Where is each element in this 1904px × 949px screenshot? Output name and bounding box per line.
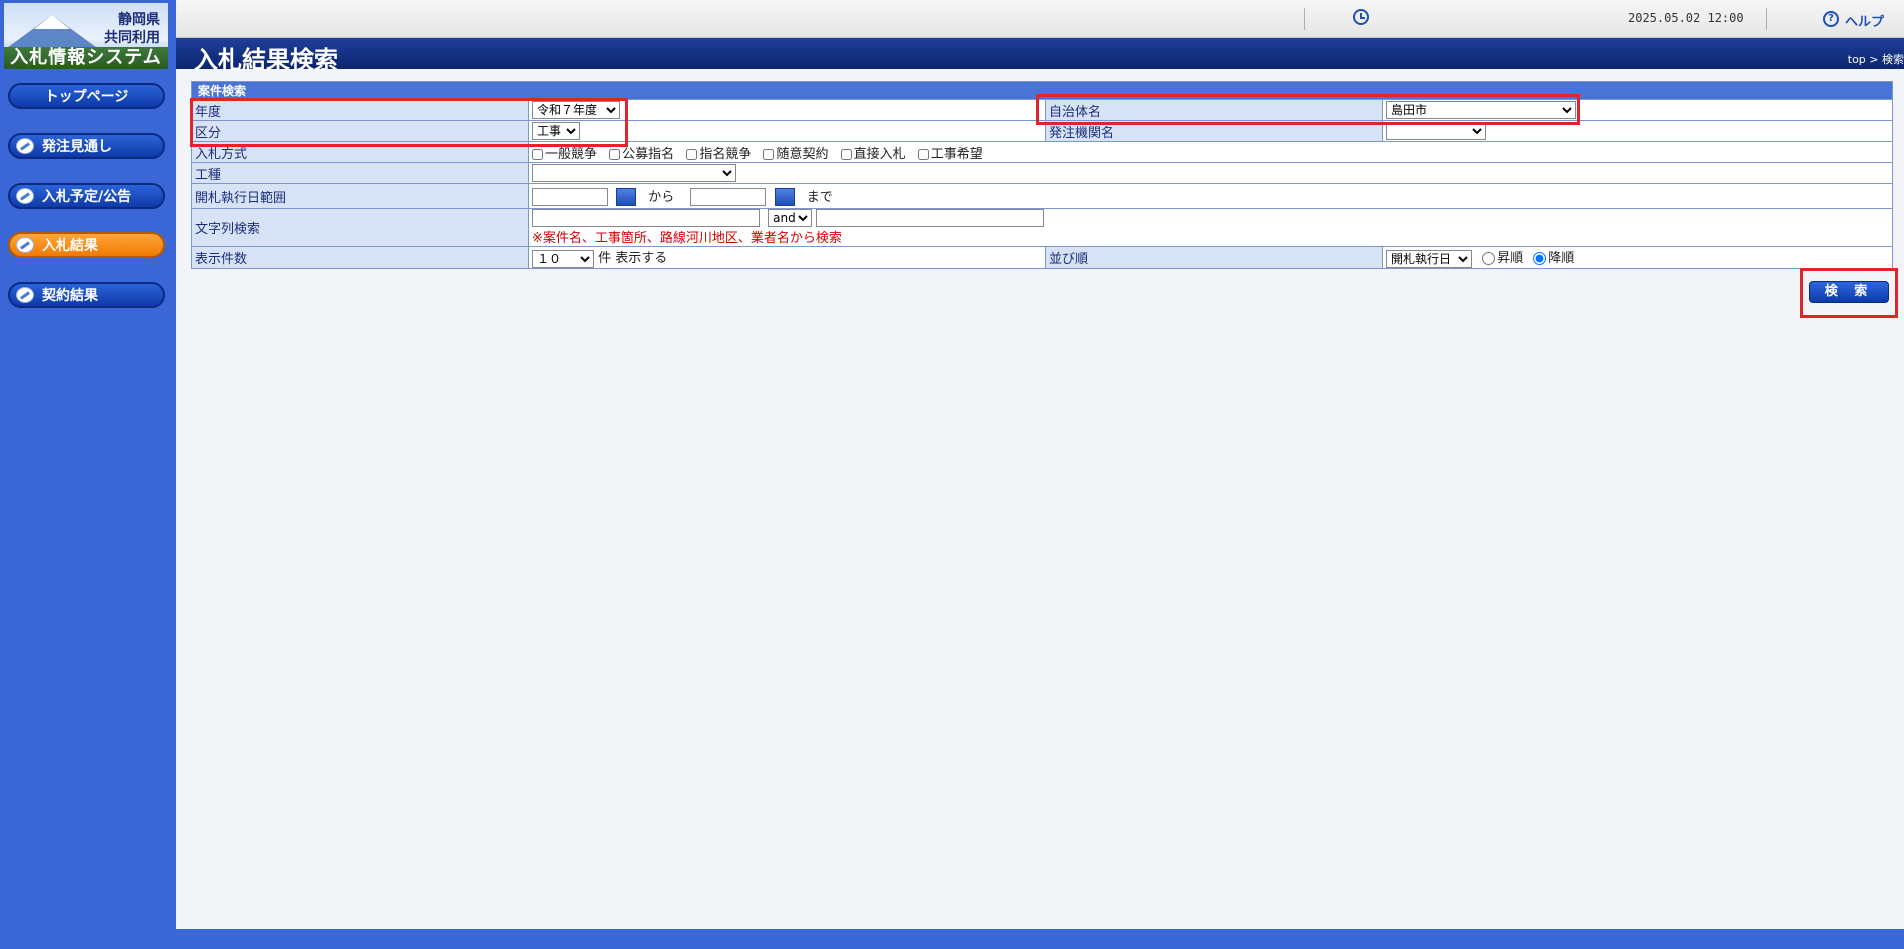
ordering-agency-label: 発注機関名: [1045, 120, 1383, 142]
bid-method-work-request-checkbox[interactable]: 工事希望: [917, 143, 983, 162]
text-search-cell: and ※案件名、工事箇所、路線河川地区、業者名から検索: [528, 208, 1893, 247]
site-logo[interactable]: 静岡県 共同利用 入札情報システム: [4, 3, 168, 69]
text-search-label: 文字列検索: [191, 208, 529, 247]
breadcrumb[interactable]: top > 検索: [1848, 51, 1904, 67]
checkbox[interactable]: [532, 148, 543, 160]
division-select[interactable]: 工事: [532, 122, 580, 140]
clock-icon: [1353, 9, 1369, 25]
sidebar-item-label: 入札予定/公告: [42, 189, 132, 205]
sort-ascending-radio[interactable]: 昇順: [1476, 251, 1523, 266]
sort-descending-radio[interactable]: 降順: [1527, 251, 1574, 266]
checkbox[interactable]: [840, 148, 852, 160]
municipality-select[interactable]: 島田市: [1386, 101, 1576, 119]
snow-cap-graphic: [34, 15, 70, 29]
search-button[interactable]: 検 索: [1809, 281, 1889, 303]
pencil-icon: [16, 287, 34, 303]
bid-method-direct-checkbox[interactable]: 直接入札: [840, 143, 906, 162]
ordering-agency-select[interactable]: [1386, 122, 1486, 140]
checkbox[interactable]: [609, 148, 621, 160]
text-search-input-2[interactable]: [816, 209, 1045, 227]
display-count-select[interactable]: １０: [532, 249, 594, 268]
sort-order-label: 並び順: [1045, 246, 1383, 269]
logo-prefecture: 静岡県: [118, 12, 160, 28]
sidebar-item-order-outlook[interactable]: 発注見通し: [8, 133, 165, 159]
display-count-cell: １０ 件 表示する: [528, 246, 1046, 269]
radio[interactable]: [1533, 252, 1547, 265]
municipality-cell: 島田市: [1382, 99, 1893, 121]
pencil-icon: [16, 138, 34, 154]
checkbox[interactable]: [686, 148, 698, 160]
display-count-label: 表示件数: [191, 246, 529, 269]
year-label: 年度: [191, 99, 529, 121]
checkbox-label: 一般競争: [545, 146, 598, 162]
pencil-icon: [16, 237, 34, 253]
display-count-suffix: 件 表示する: [598, 251, 668, 266]
bid-method-designated-checkbox[interactable]: 指名競争: [686, 143, 751, 162]
municipality-label: 自治体名: [1045, 99, 1383, 121]
help-link[interactable]: ヘルプ: [1845, 11, 1884, 30]
checkbox-label: 指名競争: [699, 146, 752, 162]
work-type-label: 工種: [191, 162, 529, 184]
divider: [1304, 8, 1305, 30]
range-to-label: まで: [806, 189, 833, 205]
divider: [1766, 8, 1767, 30]
sidebar-item-label: 入札結果: [42, 238, 98, 254]
calendar-icon[interactable]: [774, 188, 795, 207]
sidebar-item-bid-schedule[interactable]: 入札予定/公告: [8, 183, 165, 209]
checkbox-label: 直接入札: [853, 146, 906, 162]
opening-range-cell: から まで: [528, 183, 1893, 209]
radio-label: 降順: [1548, 251, 1575, 266]
radio-label: 昇順: [1497, 251, 1524, 266]
radio[interactable]: [1482, 252, 1496, 265]
checkbox[interactable]: [917, 148, 929, 160]
ordering-agency-cell: [1382, 120, 1893, 142]
bid-method-options: 一般競争 公募指名 指名競争 随意契約 直接入札 工事希望: [528, 141, 1893, 163]
opening-date-from-input[interactable]: [532, 188, 608, 207]
footer-bar: [176, 929, 1904, 949]
sidebar-item-contract-results[interactable]: 契約結果: [8, 282, 165, 308]
sort-order-cell: 開札執行日 昇順 降順: [1382, 246, 1893, 269]
sidebar-item-bid-results[interactable]: 入札結果: [8, 232, 165, 258]
checkbox-label: 工事希望: [930, 146, 983, 162]
division-label: 区分: [191, 120, 529, 142]
work-type-select[interactable]: [532, 164, 736, 182]
title-bar: 入札結果検索 top > 検索: [176, 38, 1904, 74]
calendar-icon[interactable]: [616, 188, 637, 207]
sidebar-item-label: 契約結果: [42, 288, 98, 304]
text-search-input-1[interactable]: [532, 209, 760, 227]
logo-system-name: 入札情報システム: [4, 47, 168, 69]
sidebar-item-label: トップページ: [44, 89, 129, 105]
pencil-icon: [16, 188, 34, 204]
help-icon[interactable]: ?: [1823, 11, 1839, 27]
sort-field-select[interactable]: 開札執行日: [1386, 249, 1472, 268]
sidebar-item-label: 発注見通し: [42, 139, 112, 155]
search-form: 案件検索 年度 令和７年度 自治体名 島田市 区分 工事 発注機関名 入札方式 …: [191, 81, 1893, 269]
checkbox[interactable]: [763, 148, 775, 160]
division-cell: 工事: [528, 120, 1046, 142]
work-type-cell: [528, 162, 1893, 184]
sidebar-item-top-page[interactable]: トップページ: [8, 83, 165, 109]
current-datetime: 2025.05.02 12:00: [1628, 11, 1744, 25]
checkbox-label: 公募指名: [622, 146, 675, 162]
logo-shared-use: 共同利用: [104, 30, 160, 46]
year-select[interactable]: 令和７年度: [532, 101, 620, 119]
year-cell: 令和７年度: [528, 99, 1046, 121]
checkbox-label: 随意契約: [776, 146, 829, 162]
opening-date-to-input[interactable]: [690, 188, 767, 207]
bid-method-general-checkbox[interactable]: 一般競争: [532, 143, 597, 162]
bid-method-label: 入札方式: [191, 141, 529, 163]
text-search-note: ※案件名、工事箇所、路線河川地区、業者名から検索: [532, 231, 842, 246]
text-search-operator-select[interactable]: and: [768, 209, 813, 227]
bid-method-public-nomination-checkbox[interactable]: 公募指名: [609, 143, 674, 162]
sidebar: 静岡県 共同利用 入札情報システム トップページ 発注見通し 入札予定/公告 入…: [0, 0, 176, 949]
opening-range-label: 開札執行日範囲: [191, 183, 529, 209]
bid-method-negotiated-checkbox[interactable]: 随意契約: [763, 143, 828, 162]
range-from-label: から: [648, 189, 675, 205]
form-section-title: 案件検索: [191, 81, 1893, 100]
